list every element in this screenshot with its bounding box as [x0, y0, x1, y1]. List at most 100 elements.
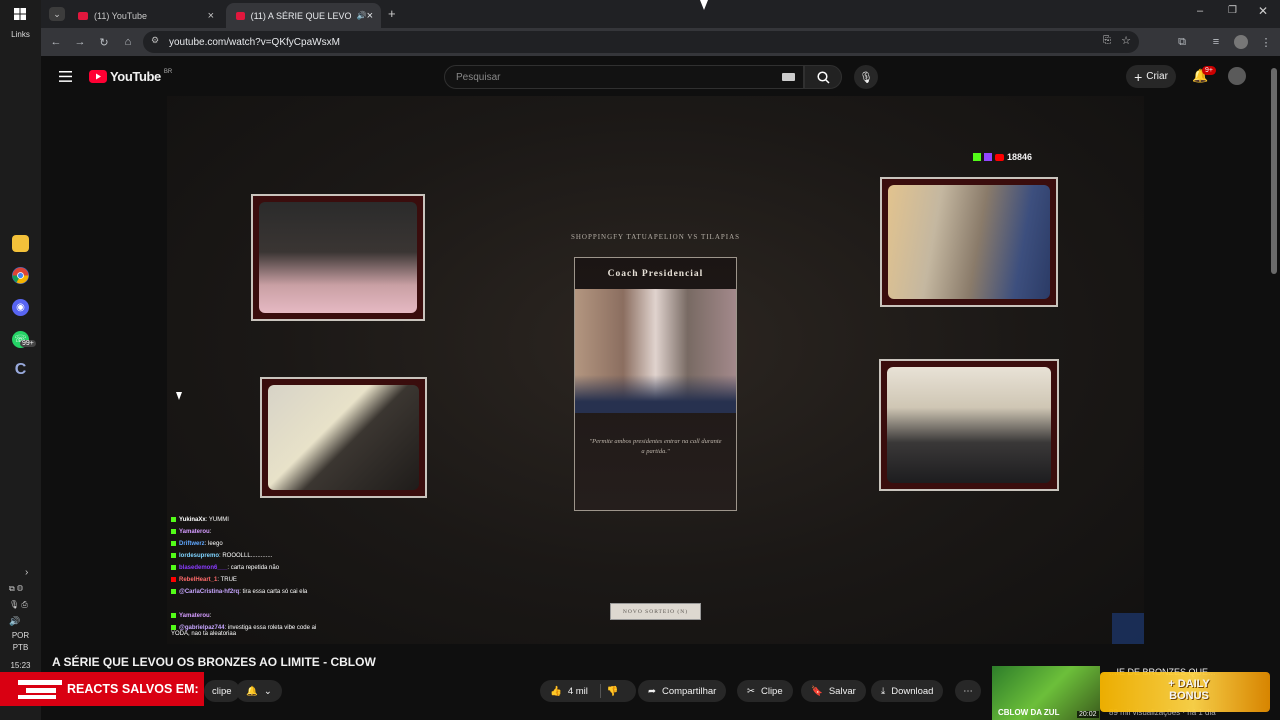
search-input[interactable]: Pesquisar — [444, 65, 804, 89]
tab-label: (11) YouTube — [94, 10, 148, 21]
platform-dot-icon — [171, 589, 176, 594]
download-button[interactable]: ⤓ Download — [871, 680, 944, 702]
create-label: Criar — [1146, 71, 1168, 82]
url-text: youtube.com/watch?v=QKfyCpaWsxM — [169, 36, 340, 48]
media-controls-icon[interactable]: ≡ — [1208, 34, 1224, 50]
address-bar[interactable]: ⚙ youtube.com/watch?v=QKfyCpaWsxM ⎘ ☆ — [143, 31, 1139, 53]
more-actions-button[interactable]: ⋯ — [955, 680, 981, 702]
clip-button[interactable]: ✂ Clipe — [737, 680, 793, 702]
create-button[interactable]: + Criar — [1126, 65, 1176, 88]
page-scrollbar[interactable] — [1271, 68, 1277, 274]
chat-text: : TRUE — [217, 577, 237, 584]
account-avatar[interactable] — [1228, 67, 1246, 85]
chrome-menu-icon[interactable]: ⋮ — [1258, 34, 1274, 50]
webcam-top-right — [880, 177, 1058, 307]
search-button[interactable] — [804, 65, 842, 89]
chat-text: : carta repetida não — [227, 565, 280, 572]
windows-start-icon[interactable] — [14, 7, 26, 20]
restore-button[interactable]: ❐ — [1228, 5, 1237, 16]
forward-icon[interactable]: → — [72, 34, 88, 50]
tab-youtube-home[interactable]: (11) YouTube × — [68, 3, 222, 28]
tab-search-icon[interactable]: ⌄ — [49, 7, 65, 21]
subscribe-label: clipe — [212, 685, 232, 697]
close-tab-icon[interactable]: × — [367, 10, 373, 22]
platform-dot-icon — [171, 541, 176, 546]
mouse-cursor-icon — [176, 392, 182, 400]
search-placeholder: Pesquisar — [456, 71, 501, 83]
chevron-down-icon: ⌄ — [263, 685, 272, 697]
bookmark-icon: 🔖 — [811, 685, 823, 697]
dislike-button[interactable]: 👎 — [607, 686, 619, 697]
logo-region: BR — [163, 69, 173, 75]
chat-message: lordesupremo: ROOOLLL............. — [171, 553, 331, 559]
bell-icon: 🔔 — [246, 685, 258, 697]
tray-icons[interactable]: ⧉ ◍ — [9, 584, 23, 594]
youtube-masthead: YouTube BR Pesquisar 🎙 + Criar 🔔 9+ — [41, 56, 1280, 96]
card-image-presidents — [575, 289, 736, 413]
reload-icon[interactable]: ↻ — [96, 34, 112, 50]
mouse-cursor-icon — [700, 0, 708, 10]
viewer-count: 18846 — [1007, 152, 1033, 162]
lang-bottom[interactable]: PTB — [0, 643, 41, 652]
minimize-button[interactable]: – — [1197, 5, 1203, 17]
recommended-video-thumbnail[interactable]: CBLOW DA ZUL 20:02 — [992, 666, 1100, 720]
subscribe-button[interactable]: clipe — [204, 680, 240, 702]
extensions-icon[interactable]: ⧉ — [1174, 34, 1190, 50]
platform-dot-icon — [171, 613, 176, 618]
windows-taskbar: Links ◉ ☏ 99+ C › ⧉ ◍ 🎙 ⎙ 🔊 POR PTB 15:2… — [0, 0, 41, 720]
file-explorer-icon[interactable] — [12, 235, 29, 252]
platform-dot-icon — [171, 577, 176, 582]
card-description: "Permite ambos presidentes entrar na cal… — [589, 438, 722, 455]
chat-username: Yamaterou — [179, 529, 210, 536]
bookmark-star-icon[interactable]: ☆ — [1121, 34, 1131, 47]
browser-toolbar: ← → ↻ ⌂ ⚙ youtube.com/watch?v=QKfyCpaWsx… — [41, 28, 1280, 56]
clock-time[interactable]: 15:23 — [0, 661, 41, 670]
speaker-icon[interactable]: 🔊 — [9, 616, 20, 627]
like-button[interactable]: 👍 4 mil — [550, 686, 588, 697]
site-info-icon[interactable]: ⚙ — [151, 35, 159, 46]
platform-dot-icon — [171, 625, 176, 630]
ccleaner-icon[interactable]: C — [12, 361, 29, 378]
video-player[interactable]: 18846 SHOPPINGFY TATUAPELION VS TILAPIAS… — [167, 96, 1144, 644]
platform-dot-icon — [171, 529, 176, 534]
back-icon[interactable]: ← — [48, 34, 64, 50]
new-draw-button: NOVO SORTEIO (N) — [610, 603, 701, 620]
share-button[interactable]: ➦ Compartilhar — [638, 680, 727, 702]
platform-dot-icon — [171, 565, 176, 570]
cast-icon[interactable]: ⎘ — [1103, 35, 1111, 46]
thumbnail-caption: CBLOW DA ZUL — [998, 708, 1060, 717]
thumbs-down-icon: 👎 — [606, 685, 619, 697]
chat-text: : YUMMI — [205, 517, 229, 524]
profile-avatar[interactable] — [1234, 35, 1248, 49]
discord-icon[interactable]: ◉ — [12, 299, 29, 316]
kick-icon — [973, 153, 981, 161]
notification-settings-button[interactable]: 🔔 ⌄ — [236, 680, 282, 702]
thumbnail-duration: 20:02 — [1077, 711, 1099, 718]
video-title: A SÉRIE QUE LEVOU OS BRONZES AO LIMITE -… — [52, 655, 376, 669]
chat-username: Driftwerz — [179, 541, 205, 548]
browser-tabstrip: ⌄ (11) YouTube × (11) A SÉRIE QUE LEVOU … — [41, 0, 1280, 28]
keyboard-icon[interactable] — [782, 73, 795, 81]
youtube-logo[interactable]: YouTube BR — [89, 69, 172, 84]
save-label: Salvar — [828, 685, 856, 697]
links-label[interactable]: Links — [0, 30, 41, 39]
lang-top[interactable]: POR — [0, 631, 41, 640]
voice-search-button[interactable]: 🎙 — [854, 65, 878, 89]
chat-message: Yamaterou: — [171, 529, 331, 535]
tab-active-video[interactable]: (11) A SÉRIE QUE LEVOU O… 🔊 × — [226, 3, 381, 28]
chrome-icon[interactable] — [12, 267, 29, 284]
close-tab-icon[interactable]: × — [208, 10, 214, 22]
chevron-right-icon[interactable]: › — [25, 567, 28, 578]
new-tab-button[interactable]: + — [388, 6, 396, 21]
card-title: Coach Presidencial — [607, 269, 704, 279]
notification-badge: 9+ — [1202, 66, 1216, 75]
save-button[interactable]: 🔖 Salvar — [801, 680, 866, 702]
home-icon[interactable]: ⌂ — [120, 34, 136, 50]
tray-icons-2[interactable]: 🎙 ⎙ — [9, 600, 28, 610]
hamburger-menu-icon[interactable] — [59, 69, 72, 82]
webcam-bottom-left — [260, 377, 427, 498]
close-window-button[interactable]: ✕ — [1258, 4, 1268, 18]
whatsapp-badge: 99+ — [20, 340, 36, 347]
audio-playing-icon[interactable]: 🔊 — [357, 11, 367, 20]
chat-text: : ROOOLLL............. — [219, 553, 273, 560]
